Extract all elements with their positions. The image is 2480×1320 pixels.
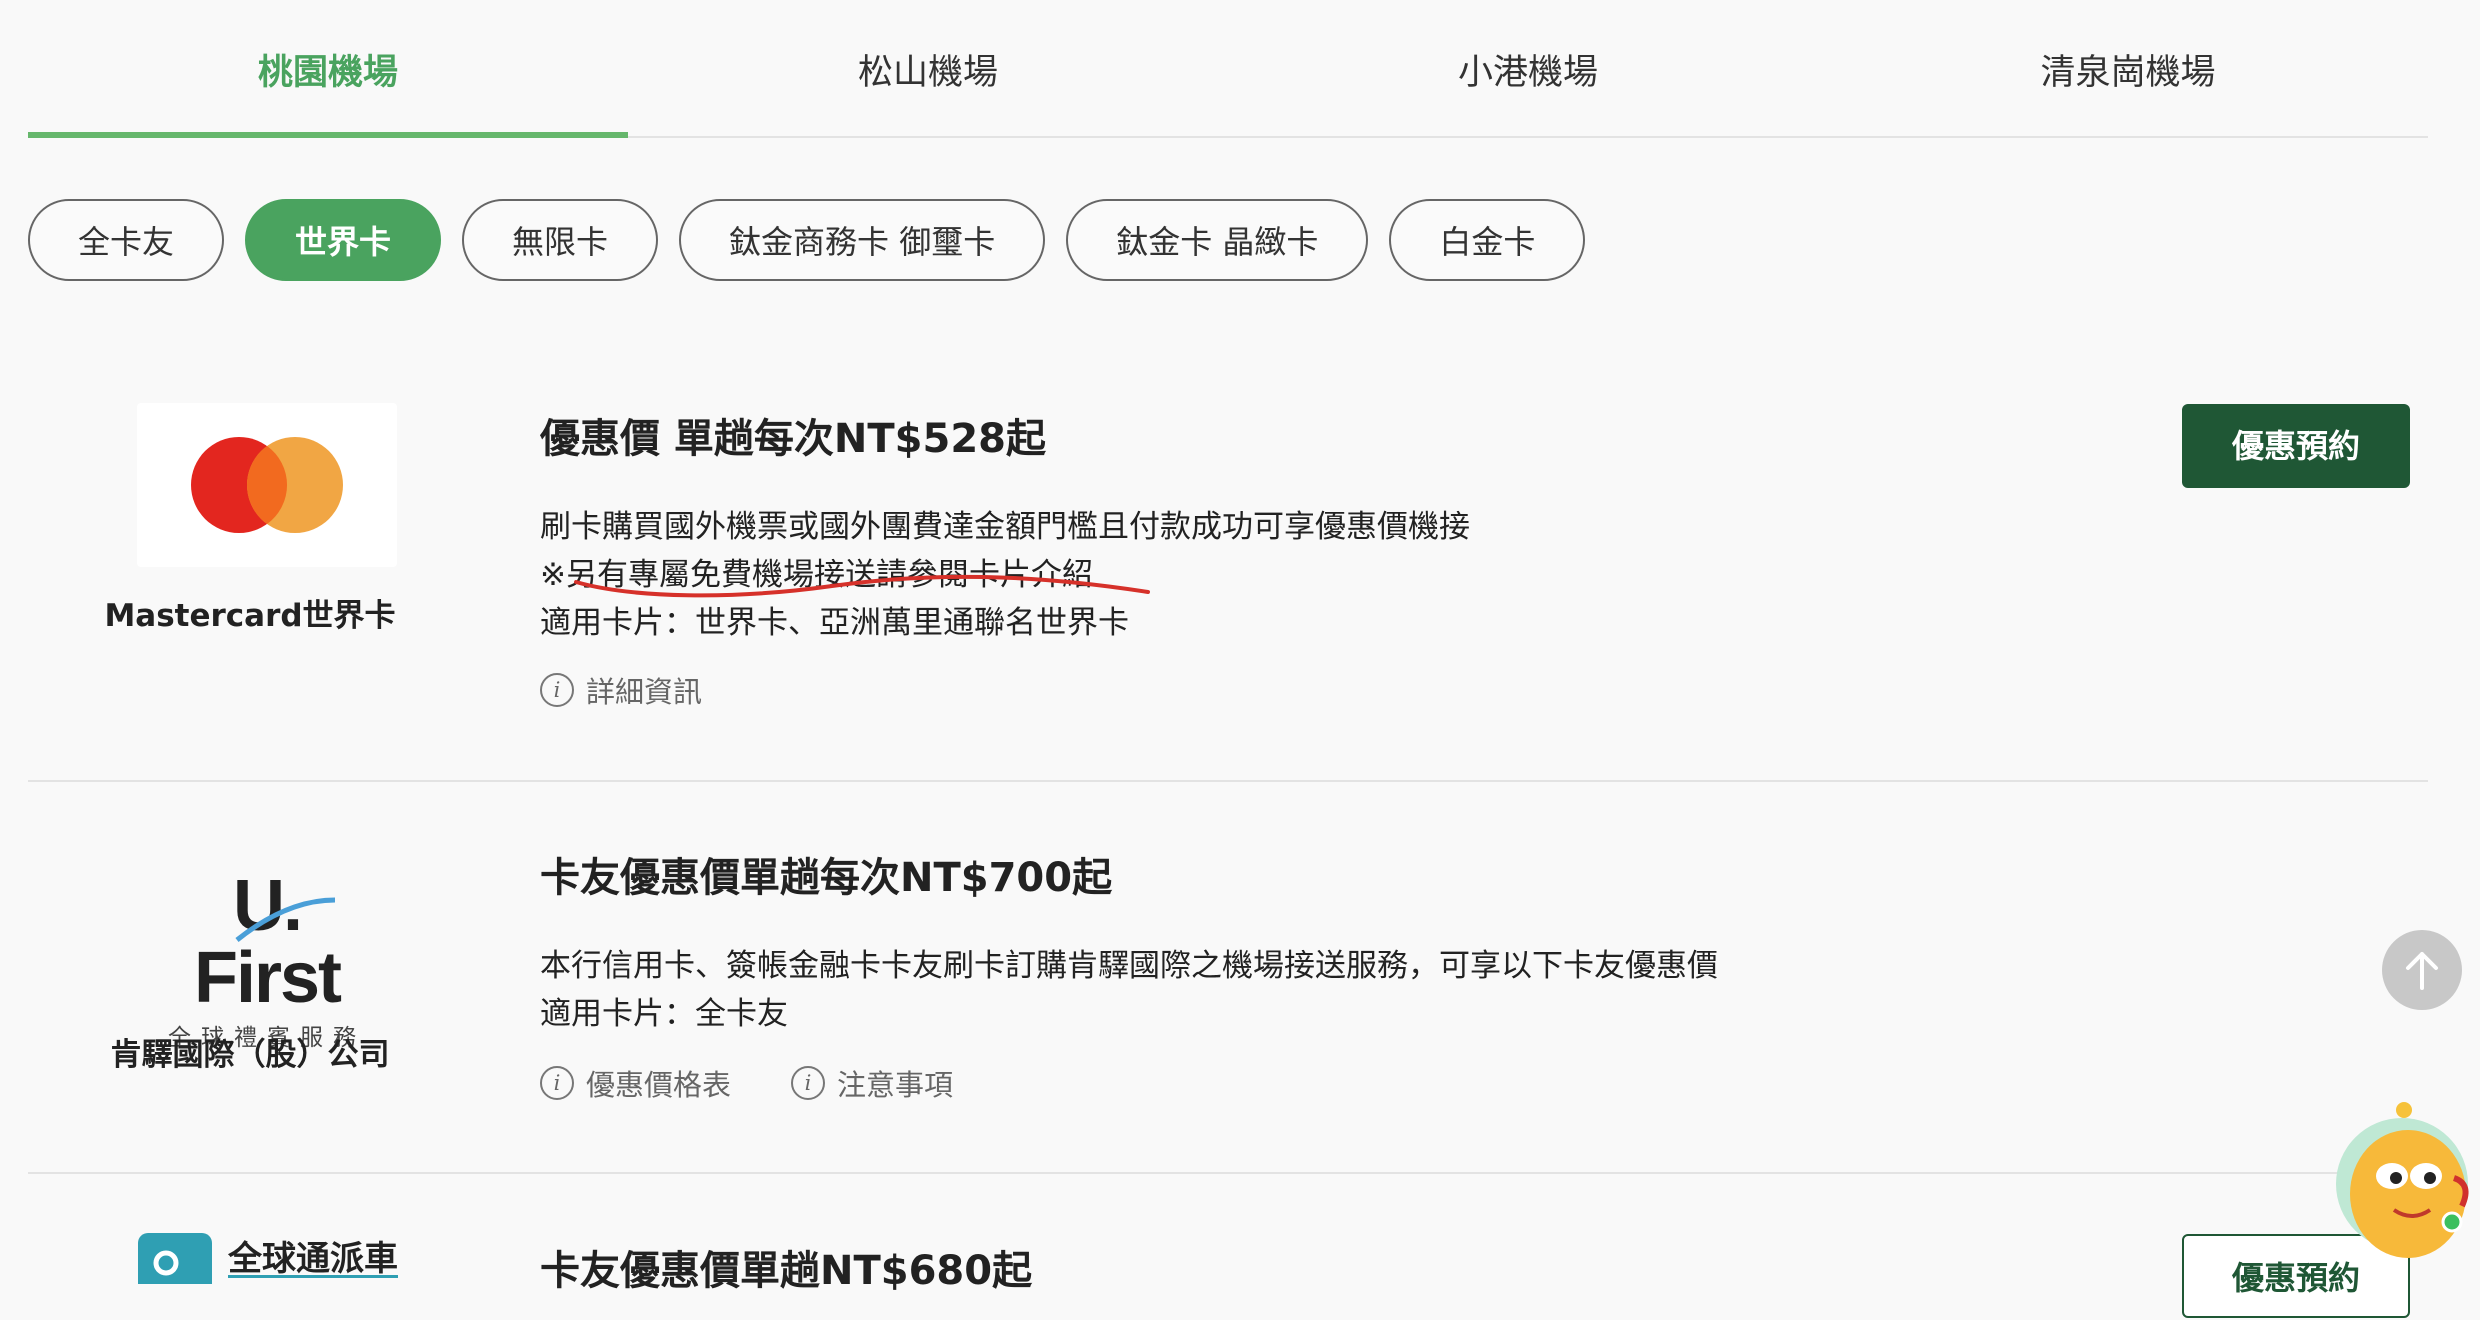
chat-assistant-button[interactable]: [2336, 1098, 2480, 1284]
mastercard-logo: [137, 403, 397, 567]
arrow-up-icon: [2406, 952, 2438, 990]
offer-line: 適用卡片：全卡友: [540, 996, 788, 1032]
brand-ufirst: 肯驛國際（股）公司: [110, 1037, 390, 1073]
card-filter-pills: 全卡友 世界卡 無限卡 鈦金商務卡 御璽卡 鈦金卡 晶緻卡 白金卡: [28, 199, 1586, 281]
details-link-label: 詳細資訊: [586, 675, 703, 709]
tab-songshan[interactable]: 松山機場: [628, 0, 1228, 136]
offer-line: 本行信用卡、簽帳金融卡卡友刷卡訂購肯驛國際之機場接送服務，可享以下卡友優惠價: [540, 948, 1718, 984]
details-link[interactable]: i 詳細資訊: [540, 669, 702, 711]
info-icon: i: [791, 1066, 826, 1100]
mastercard-logo-icon: [191, 437, 343, 533]
logo-underline: [228, 1275, 398, 1278]
pill-infinite-card[interactable]: 無限卡: [462, 199, 659, 281]
offer-line: 刷卡購買國外機票或國外團費達金額門檻且付款成功可享優惠價機接: [540, 509, 1470, 545]
swoosh-icon: [235, 897, 336, 942]
pill-all-cards[interactable]: 全卡友: [28, 199, 225, 281]
tab-taoyuan[interactable]: 桃園機場: [28, 0, 628, 138]
pill-platinum[interactable]: 白金卡: [1389, 199, 1586, 281]
tab-xiaogang[interactable]: 小港機場: [1228, 0, 1828, 136]
pill-titanium-crystal[interactable]: 鈦金卡 晶緻卡: [1066, 199, 1369, 281]
scroll-to-top-button[interactable]: [2382, 930, 2462, 1010]
global-dispatch-logo: 全球通派車: [138, 1233, 418, 1284]
pill-world-card[interactable]: 世界卡: [245, 199, 442, 281]
global-dispatch-logo-text: 全球通派車: [228, 1239, 398, 1279]
notes-link[interactable]: i 注意事項: [791, 1062, 953, 1104]
price-table-link[interactable]: i 優惠價格表: [540, 1062, 731, 1104]
tab-qingquangang[interactable]: 清泉崗機場: [1828, 0, 2428, 136]
brand-mastercard: Mastercard世界卡: [104, 598, 396, 634]
book-button[interactable]: 優惠預約: [2182, 404, 2410, 488]
info-icon: i: [540, 1066, 574, 1100]
assistant-mascot-icon: [2336, 1102, 2469, 1258]
location-pin-icon: [138, 1233, 212, 1284]
offer-links: i 優惠價格表 i 注意事項: [540, 1062, 953, 1104]
notes-label: 注意事項: [837, 1068, 954, 1102]
price-table-label: 優惠價格表: [586, 1068, 732, 1102]
ufirst-logo: U. First 全球禮賓服務: [157, 870, 377, 1051]
divider: [28, 780, 2428, 782]
offer-links: i 詳細資訊: [540, 669, 702, 711]
red-underline-annotation: [574, 574, 1150, 598]
offer-title-dispatch: 卡友優惠價單趟NT$680起: [540, 1248, 1033, 1294]
offer-title-ufirst: 卡友優惠價單趟每次NT$700起: [540, 855, 1113, 901]
offer-line: 適用卡片：世界卡、亞洲萬里通聯名世界卡: [540, 605, 1129, 641]
divider: [28, 1172, 2428, 1174]
info-icon: i: [540, 673, 574, 707]
offer-title-mastercard: 優惠價 單趟每次NT$528起: [540, 416, 1047, 462]
airport-tabs: 桃園機場 松山機場 小港機場 清泉崗機場: [28, 0, 2428, 138]
pill-titanium-business-signature[interactable]: 鈦金商務卡 御璽卡: [679, 199, 1046, 281]
